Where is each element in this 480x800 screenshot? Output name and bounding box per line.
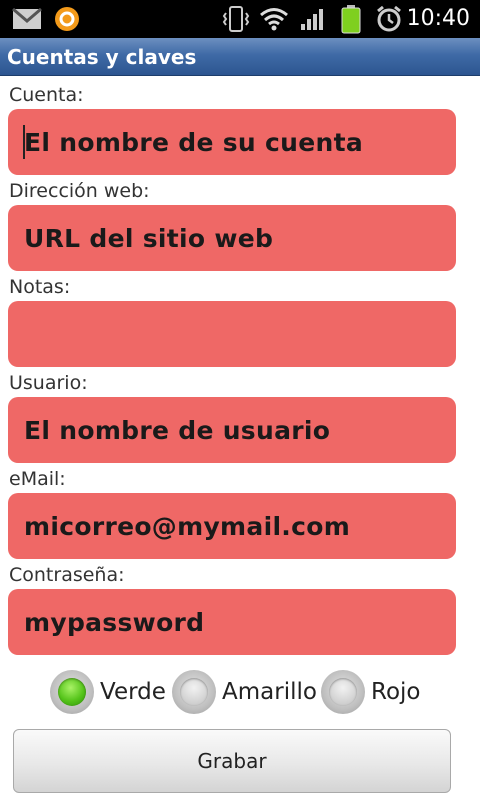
account-input[interactable]: El nombre de su cuenta	[8, 109, 456, 175]
username-input[interactable]: El nombre de usuario	[8, 397, 456, 463]
password-input[interactable]: mypassword	[8, 589, 456, 655]
notes-label: Notas:	[9, 276, 71, 298]
web-address-value: URL del sitio web	[24, 223, 274, 253]
vibrate-icon	[220, 0, 252, 38]
orange-app-icon	[52, 0, 82, 38]
gmail-icon	[10, 0, 44, 38]
radio-amarillo[interactable]: Amarillo	[172, 668, 317, 716]
wifi-icon	[258, 0, 290, 38]
password-label: Contraseña:	[9, 564, 125, 586]
status-bar: 10:40	[0, 0, 480, 38]
radio-button-icon[interactable]	[50, 670, 94, 714]
username-value: El nombre de usuario	[24, 415, 331, 445]
signal-icon	[298, 0, 328, 38]
web-address-input[interactable]: URL del sitio web	[8, 205, 456, 271]
password-value: mypassword	[24, 607, 205, 637]
username-label: Usuario:	[9, 372, 88, 394]
battery-icon	[338, 0, 364, 38]
radio-rojo[interactable]: Rojo	[321, 668, 420, 716]
priority-radio-group: Verde Amarillo Rojo	[0, 668, 480, 716]
radio-verde[interactable]: Verde	[50, 668, 166, 716]
alarm-icon	[374, 0, 404, 38]
account-label: Cuenta:	[9, 84, 84, 106]
radio-rojo-label: Rojo	[371, 679, 421, 705]
radio-amarillo-label: Amarillo	[222, 679, 317, 705]
email-input[interactable]: micorreo@mymail.com	[8, 493, 456, 559]
title-bar: Cuentas y claves	[0, 38, 480, 76]
email-label: eMail:	[9, 468, 66, 490]
web-address-label: Dirección web:	[9, 180, 150, 202]
radio-button-icon[interactable]	[172, 670, 216, 714]
radio-button-icon[interactable]	[321, 670, 365, 714]
radio-verde-label: Verde	[100, 679, 166, 705]
email-value: micorreo@mymail.com	[24, 511, 351, 541]
notes-input[interactable]	[8, 301, 456, 367]
status-time: 10:40	[406, 6, 470, 31]
text-cursor	[23, 125, 25, 159]
account-value: El nombre de su cuenta	[24, 127, 363, 157]
save-button[interactable]: Grabar	[13, 729, 451, 793]
app-title: Cuentas y claves	[7, 45, 197, 69]
